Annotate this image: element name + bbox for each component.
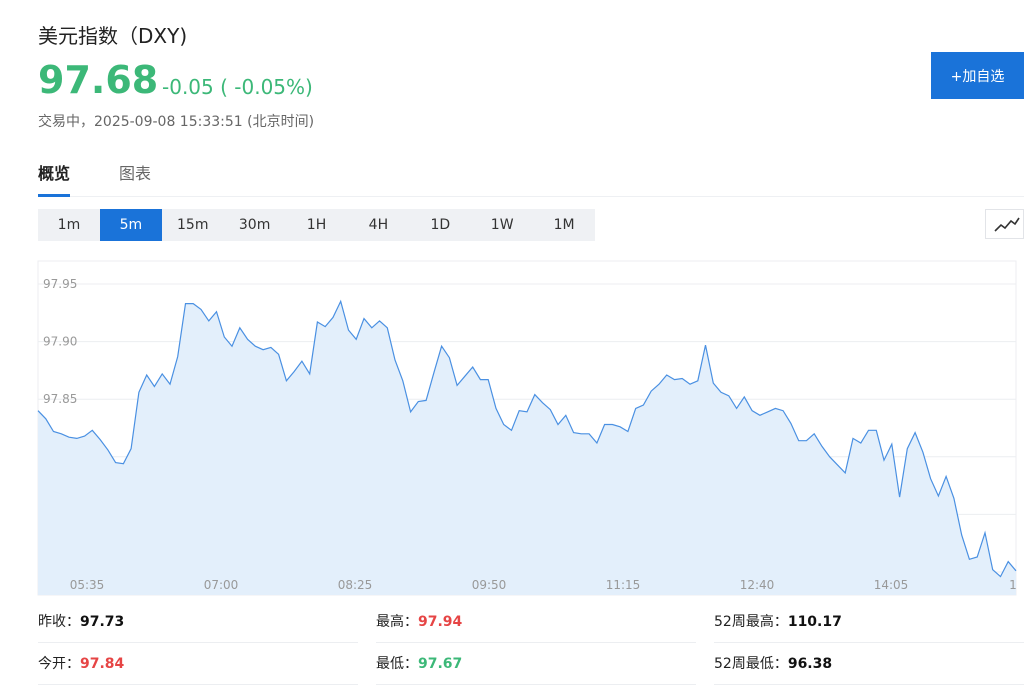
chart-type-toggle[interactable] [985,209,1024,239]
stat-low-label: 最低： [376,656,418,672]
stat-open-value: 97.84 [80,656,125,672]
tab-bar: 概览 图表 [38,150,1024,197]
period-15m[interactable]: 15m [162,209,224,241]
x-tick-label: 08:25 [338,578,373,592]
add-to-watchlist-button[interactable]: +加自选 [931,52,1024,99]
stat-52wk-low-label: 52周最低： [714,656,788,672]
period-selector: 1m 5m 15m 30m 1H 4H 1D 1W 1M [38,209,595,241]
x-tick-label: 09:50 [472,578,507,592]
period-30m[interactable]: 30m [224,209,286,241]
stat-high: 最高：97.94 [376,600,696,643]
stat-52wk-low: 52周最低：96.38 [714,642,1024,685]
stat-52wk-high: 52周最高：110.17 [714,600,1024,643]
period-1mo[interactable]: 1M [533,209,595,241]
stat-high-value: 97.94 [418,614,463,630]
x-tick-label: 1 [1009,578,1017,592]
stat-open-label: 今开： [38,656,80,672]
trading-status: 交易中，2025-09-08 15:33:51 (北京时间) [38,114,315,130]
stat-prev-close: 昨收：97.73 [38,600,358,643]
x-tick-label: 11:15 [606,578,641,592]
tab-overview[interactable]: 概览 [38,160,71,197]
stat-open: 今开：97.84 [38,642,358,685]
price-change: -0.05 ( -0.05%) [162,75,313,99]
period-4h[interactable]: 4H [347,209,409,241]
stat-prev-close-label: 昨收： [38,614,80,630]
current-price: 97.68 [38,58,159,102]
tab-chart[interactable]: 图表 [119,160,151,194]
stat-high-label: 最高： [376,614,418,630]
stat-low-value: 97.67 [418,656,463,672]
stats-panel: 昨收：97.73 今开：97.84 最高：97.94 最低：97.67 52周最… [0,600,1024,685]
stat-prev-close-value: 97.73 [80,614,125,630]
y-tick-label: 97.90 [43,335,77,349]
stat-low: 最低：97.67 [376,642,696,685]
stat-52wk-high-value: 110.17 [787,614,842,630]
x-tick-label: 12:40 [740,578,775,592]
period-1w[interactable]: 1W [471,209,533,241]
x-tick-label: 07:00 [204,578,239,592]
period-1h[interactable]: 1H [286,209,348,241]
stat-52wk-low-value: 96.38 [787,656,833,672]
y-tick-label: 97.95 [43,277,77,291]
x-tick-label: 14:05 [874,578,909,592]
page-title: 美元指数（DXY) [38,24,188,48]
period-1m[interactable]: 1m [38,209,100,241]
y-tick-label: 97.85 [43,392,77,406]
period-1d[interactable]: 1D [409,209,471,241]
price-chart[interactable]: 97.9597.9097.8597.8097.7597.7005:3507:00… [0,255,1024,600]
x-tick-label: 05:35 [70,578,105,592]
period-5m[interactable]: 5m [99,209,162,241]
stat-52wk-high-label: 52周最高： [714,614,788,630]
line-chart-icon [994,217,1020,232]
